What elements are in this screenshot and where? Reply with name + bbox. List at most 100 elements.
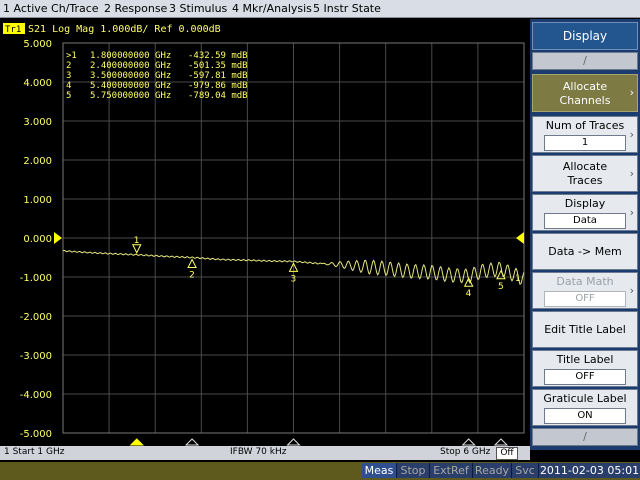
allocate-channels-label-2: Channels xyxy=(559,94,611,107)
title-label-button[interactable]: Title Label OFF xyxy=(532,350,638,387)
marker-position-indicators xyxy=(129,438,509,446)
y-tick-label: -4.000 xyxy=(20,390,52,401)
y-tick-label: -3.000 xyxy=(20,351,52,362)
menu-instr-state[interactable]: 5 Instr State xyxy=(313,2,381,15)
marker-table-freq: 5.400000000 GHz xyxy=(90,81,171,91)
y-tick-label: -2.000 xyxy=(20,312,52,323)
menu-bar: 1 Active Ch/Trace 2 Response 3 Stimulus … xyxy=(0,0,640,18)
marker-table-freq: 3.500000000 GHz xyxy=(90,71,171,81)
ref-level-arrow-left[interactable] xyxy=(54,232,62,244)
allocate-traces-label-2: Traces xyxy=(567,174,603,187)
graticule-label-label: Graticule Label xyxy=(543,392,627,405)
marker-triangle[interactable] xyxy=(187,258,197,268)
status-ready: Ready xyxy=(473,463,512,478)
scroll-down-icon: ∕ xyxy=(583,430,587,443)
trace-display-area[interactable]: 5.000 4.000 3.000 2.000 1.000 0.000 -1.000 -2.0… xyxy=(0,19,530,446)
ref-level-arrow-right[interactable] xyxy=(516,232,524,244)
graticule xyxy=(63,43,524,433)
softkey-panel: Display ∕ Allocate Channels › Num of Tra… xyxy=(530,19,640,450)
scroll-up-icon: ∕ xyxy=(583,54,587,67)
graticule-label-button[interactable]: Graticule Label ON xyxy=(532,389,638,426)
marker-table-prefix: 2 xyxy=(66,61,71,71)
marker-table-value: -789.04 mdB xyxy=(188,91,248,101)
scroll-up-button[interactable]: ∕ xyxy=(532,52,638,70)
edit-title-label-button[interactable]: Edit Title Label xyxy=(532,311,638,348)
marker-label: 3 xyxy=(291,274,297,284)
marker-table-freq: 2.400000000 GHz xyxy=(90,61,171,71)
marker-table-prefix: 3 xyxy=(66,71,71,81)
status-meas: Meas xyxy=(362,463,397,478)
y-tick-label: 5.000 xyxy=(23,39,52,50)
marker-position-indicator[interactable] xyxy=(461,438,476,446)
marker-triangle[interactable] xyxy=(131,244,142,254)
marker-position-indicator[interactable] xyxy=(184,438,200,446)
display-mode-value: Data xyxy=(544,213,626,229)
num-of-traces-value: 1 xyxy=(544,135,626,151)
scroll-down-button[interactable]: ∕ xyxy=(532,428,638,446)
allocate-channels-label-1: Allocate xyxy=(562,80,608,93)
submenu-chevron-icon: › xyxy=(629,166,634,180)
sweep-off-indicator: Off xyxy=(496,447,518,460)
y-tick-label: 2.000 xyxy=(23,156,52,167)
y-tick-label: 1.000 xyxy=(23,195,52,206)
data-math-label: Data Math xyxy=(556,275,614,288)
marker-label: 4 xyxy=(466,289,472,299)
display-mode-label: Display xyxy=(564,197,606,210)
marker-table-value: -979.86 mdB xyxy=(188,81,248,91)
title-label-value: OFF xyxy=(544,369,626,385)
y-tick-label: 0.000 xyxy=(23,234,52,245)
marker-position-indicator[interactable] xyxy=(493,438,509,446)
marker-table-prefix: 5 xyxy=(66,91,71,101)
trace-end-label: 1 xyxy=(515,274,521,284)
graticule-label-value: ON xyxy=(544,408,626,424)
y-tick-labels: 5.000 4.000 3.000 2.000 1.000 0.000 -1.000 -2.0… xyxy=(20,39,52,440)
submenu-chevron-icon: › xyxy=(629,86,634,99)
status-extref: ExtRef xyxy=(430,463,473,478)
data-math-button[interactable]: Data Math OFF › xyxy=(532,272,638,309)
menu-mkr-analysis[interactable]: 4 Mkr/Analysis xyxy=(232,2,312,15)
marker-triangle[interactable] xyxy=(496,269,506,280)
data-to-mem-button[interactable]: Data -> Mem xyxy=(532,233,638,270)
num-of-traces-label: Num of Traces xyxy=(545,119,625,132)
stop-frequency[interactable]: Stop 6 GHz xyxy=(440,447,490,457)
y-tick-label: -5.000 xyxy=(20,429,52,440)
allocate-traces-label-1: Allocate xyxy=(562,160,608,173)
marker-label: 5 xyxy=(498,282,504,292)
trace-badge[interactable]: Tr1 xyxy=(5,25,21,35)
marker-table: >1 1.800000000 GHz -432.59 mdB 2 2.40000000… xyxy=(66,51,248,101)
allocate-traces-button[interactable]: Allocate Traces › xyxy=(532,155,638,192)
menu-response[interactable]: 2 Response xyxy=(104,2,167,15)
title-label-label: Title Label xyxy=(556,353,614,366)
marker-position-indicator[interactable] xyxy=(286,438,301,446)
allocate-channels-button[interactable]: Allocate Channels › xyxy=(532,74,638,112)
marker-table-freq: 1.800000000 GHz xyxy=(90,51,171,61)
submenu-chevron-icon: › xyxy=(629,283,634,297)
display-menu-button[interactable]: Display xyxy=(532,22,638,50)
marker-table-prefix: 4 xyxy=(66,81,71,91)
display-mode-button[interactable]: Display Data › xyxy=(532,194,638,231)
submenu-chevron-icon: › xyxy=(629,205,634,219)
y-tick-label: -1.000 xyxy=(20,273,52,284)
menu-active-ch-trace[interactable]: 1 Active Ch/Trace xyxy=(3,2,99,15)
submenu-chevron-icon: › xyxy=(629,127,634,141)
ifbw-label[interactable]: IFBW 70 kHz xyxy=(230,447,286,457)
marker-table-freq: 5.750000000 GHz xyxy=(90,91,171,101)
status-datetime: 2011-02-03 05:01 xyxy=(539,463,640,478)
start-frequency[interactable]: 1 Start 1 GHz xyxy=(4,447,65,457)
menu-stimulus[interactable]: 3 Stimulus xyxy=(169,2,227,15)
instrument-status-bar: Meas Stop ExtRef Ready Svc 2011-02-03 05… xyxy=(0,462,640,480)
marker-table-prefix: >1 xyxy=(66,51,77,61)
y-tick-label: 4.000 xyxy=(23,78,52,89)
status-stop: Stop xyxy=(397,463,430,478)
status-svc: Svc xyxy=(512,463,539,478)
trace-header: S21 Log Mag 1.000dB/ Ref 0.000dB xyxy=(28,24,221,35)
y-tick-label: 3.000 xyxy=(23,117,52,128)
num-of-traces-button[interactable]: Num of Traces 1 › xyxy=(532,116,638,153)
marker-table-value: -597.81 mdB xyxy=(188,71,248,81)
marker-table-value: -432.59 mdB xyxy=(188,51,248,61)
marker-table-value: -501.35 mdB xyxy=(188,61,248,71)
trace-chart: 5.000 4.000 3.000 2.000 1.000 0.000 -1.000 -2.0… xyxy=(3,23,525,446)
marker-position-indicator[interactable] xyxy=(129,438,144,446)
data-math-value: OFF xyxy=(544,291,626,307)
channel-status-bar: 1 Start 1 GHz IFBW 70 kHz Stop 6 GHz xyxy=(0,446,530,460)
